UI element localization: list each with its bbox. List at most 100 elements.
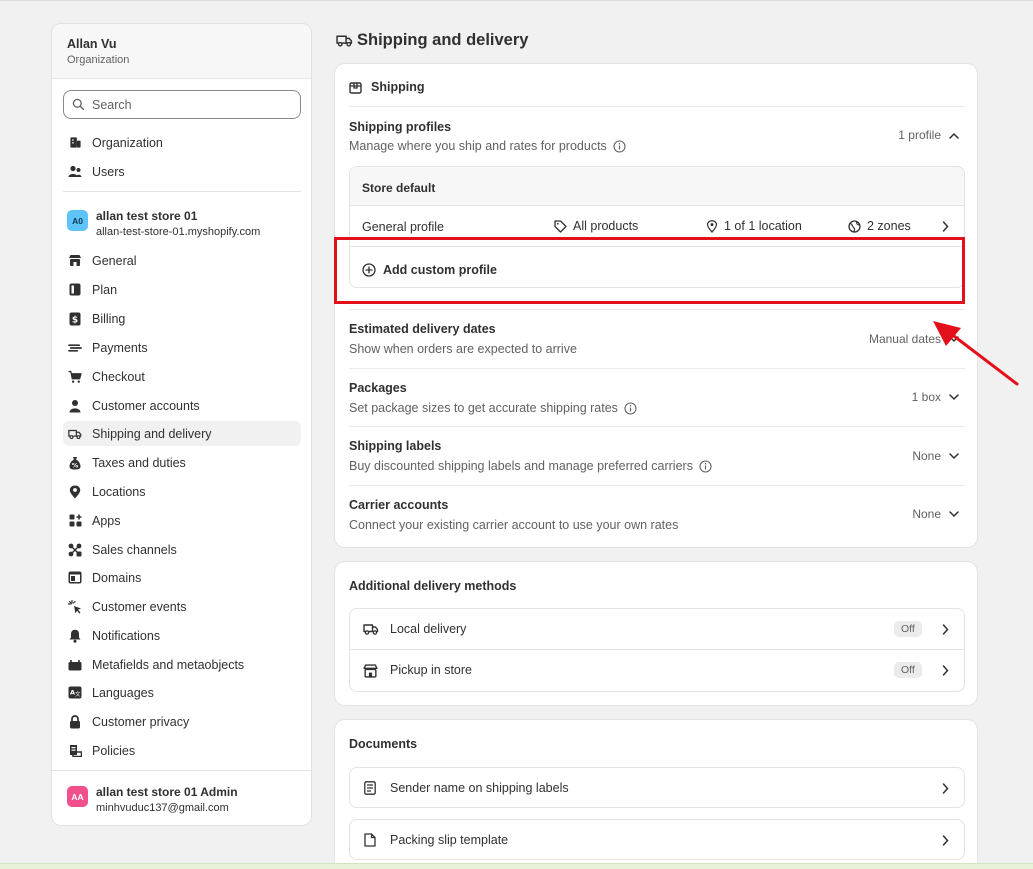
chevron-right-icon — [942, 624, 949, 635]
sidebar-item-plan[interactable]: Plan — [63, 277, 301, 302]
bell-icon — [68, 629, 82, 643]
shipping-card-header: Shipping — [349, 80, 424, 94]
sidebar-item-locations[interactable]: Locations — [63, 479, 301, 504]
truck-icon — [68, 427, 82, 441]
packages-row[interactable]: Packages Set package sizes to get accura… — [349, 381, 637, 415]
billing-icon: $ — [68, 312, 82, 326]
packages-desc-wrap: Set package sizes to get accurate shippi… — [349, 401, 637, 415]
sidebar-item-label: Notifications — [92, 628, 161, 643]
add-custom-profile-button[interactable]: Add custom profile — [362, 263, 497, 277]
chevron-up-icon — [949, 132, 959, 139]
sidebar-item-domains[interactable]: Domains — [63, 565, 301, 590]
sidebar-item-checkout[interactable]: Checkout — [63, 364, 301, 389]
carrier-accounts-row[interactable]: Carrier accounts Connect your existing c… — [349, 498, 678, 532]
plus-circle-icon — [362, 263, 376, 277]
sidebar-item-customer-accounts[interactable]: Customer accounts — [63, 393, 301, 418]
store-name: allan test store 01 — [96, 209, 198, 223]
location-pin-icon — [68, 485, 82, 499]
sidebar-item-notifications[interactable]: Notifications — [63, 623, 301, 648]
sidebar-item-label: Payments — [92, 340, 148, 355]
pickup-in-store-row[interactable]: Pickup in store Off — [350, 650, 964, 691]
carrier-accounts-value-text: None — [912, 507, 941, 521]
shipping-labels-desc: Buy discounted shipping labels and manag… — [349, 459, 693, 473]
search-input[interactable] — [92, 97, 292, 112]
svg-text:%: % — [72, 461, 79, 469]
estimated-delivery-row[interactable]: Estimated delivery dates Show when order… — [349, 322, 577, 356]
zones-count: 2 zones — [867, 219, 911, 233]
sidebar-item-users[interactable]: Users — [63, 159, 301, 184]
search-box[interactable] — [63, 90, 301, 119]
documents-title: Documents — [349, 737, 418, 751]
carrier-accounts-value[interactable]: None — [912, 507, 959, 521]
search-icon — [72, 98, 85, 111]
sidebar-item-metafields[interactable]: Metafields and metaobjects — [63, 652, 301, 677]
top-border — [0, 0, 1033, 1]
sidebar-item-label: Billing — [92, 311, 126, 326]
account-email: minhvuduc137@gmail.com — [96, 802, 229, 814]
sidebar-item-sales-channels[interactable]: Sales channels — [63, 537, 301, 562]
sidebar-item-shipping-and-delivery[interactable]: Shipping and delivery — [63, 421, 301, 446]
organization-header[interactable]: Allan Vu Organization — [52, 24, 311, 79]
carrier-accounts-title: Carrier accounts — [349, 498, 449, 512]
globe-icon — [848, 219, 861, 233]
sidebar-item-customer-privacy[interactable]: Customer privacy — [63, 709, 301, 734]
shipping-card: Shipping Shipping profiles Manage where … — [334, 63, 978, 548]
account-name: allan test store 01 Admin — [96, 785, 238, 799]
sidebar-item-label: Languages — [92, 685, 154, 700]
shipping-profiles-toggle[interactable]: 1 profile — [898, 128, 959, 142]
divider — [350, 246, 964, 247]
account-footer[interactable]: AA allan test store 01 Admin minhvuduc13… — [52, 770, 311, 825]
sidebar-item-label: Plan — [92, 282, 118, 297]
store-default-header: Store default — [350, 167, 964, 206]
shipping-labels-row[interactable]: Shipping labels Buy discounted shipping … — [349, 439, 712, 473]
sender-name-row[interactable]: Sender name on shipping labels — [349, 767, 965, 808]
sidebar-item-payments[interactable]: Payments — [63, 335, 301, 360]
location-info: 1 of 1 location — [706, 219, 802, 233]
svg-text:$: $ — [72, 315, 78, 325]
person-icon — [68, 399, 82, 413]
sidebar-item-label: Locations — [92, 484, 146, 499]
sidebar-item-label: Organization — [92, 135, 163, 150]
sidebar-item-taxes-and-duties[interactable]: % Taxes and duties — [63, 450, 301, 475]
packing-slip-row[interactable]: Packing slip template — [349, 819, 965, 860]
annotation-arrow-icon — [933, 321, 1019, 386]
local-delivery-status-badge: Off — [894, 621, 922, 637]
chevron-down-icon — [949, 393, 959, 400]
policies-icon — [68, 744, 82, 758]
sidebar-item-label: Domains — [92, 570, 142, 585]
divider — [349, 485, 965, 486]
sidebar-item-billing[interactable]: $ Billing — [63, 306, 301, 331]
packages-value-text: 1 box — [911, 390, 941, 404]
sidebar-item-policies[interactable]: Policies — [63, 738, 301, 763]
general-profile-label: General profile — [362, 220, 444, 234]
page-title-text: Shipping and delivery — [357, 31, 529, 49]
sidebar-item-languages[interactable]: A文 Languages — [63, 680, 301, 705]
local-delivery-row[interactable]: Local delivery Off — [350, 609, 964, 650]
sidebar-item-customer-events[interactable]: Customer events — [63, 594, 301, 619]
account-info[interactable]: AA allan test store 01 Admin minhvuduc13… — [67, 785, 238, 814]
general-profile-row[interactable]: General profile All products 1 of 1 loca… — [350, 207, 964, 245]
packages-title: Packages — [349, 381, 407, 395]
sidebar-item-label: Sales channels — [92, 542, 177, 557]
estimated-delivery-desc: Show when orders are expected to arrive — [349, 342, 577, 356]
info-icon[interactable] — [613, 139, 626, 153]
store-default-title: Store default — [362, 181, 436, 195]
store-switcher[interactable]: A0 allan test store 01 allan-test-store-… — [67, 209, 260, 238]
store-icon — [68, 254, 82, 268]
shipping-labels-value[interactable]: None — [912, 449, 959, 463]
info-icon[interactable] — [624, 401, 637, 415]
sidebar-item-label: Customer privacy — [92, 714, 190, 729]
tag-icon — [554, 219, 567, 233]
sidebar-item-apps[interactable]: Apps — [63, 508, 301, 533]
store-domain: allan-test-store-01.myshopify.com — [96, 226, 261, 238]
package-icon — [349, 81, 362, 94]
sender-name-label: Sender name on shipping labels — [390, 781, 569, 795]
sidebar-item-organization[interactable]: Organization — [63, 130, 301, 155]
money-bag-icon: % — [68, 456, 82, 470]
chevron-right-icon — [942, 665, 949, 676]
packages-value[interactable]: 1 box — [912, 390, 959, 404]
cursor-click-icon — [68, 599, 82, 614]
page-title: Shipping and delivery — [336, 31, 528, 50]
sidebar-item-general[interactable]: General — [63, 248, 301, 273]
info-icon[interactable] — [699, 459, 712, 473]
